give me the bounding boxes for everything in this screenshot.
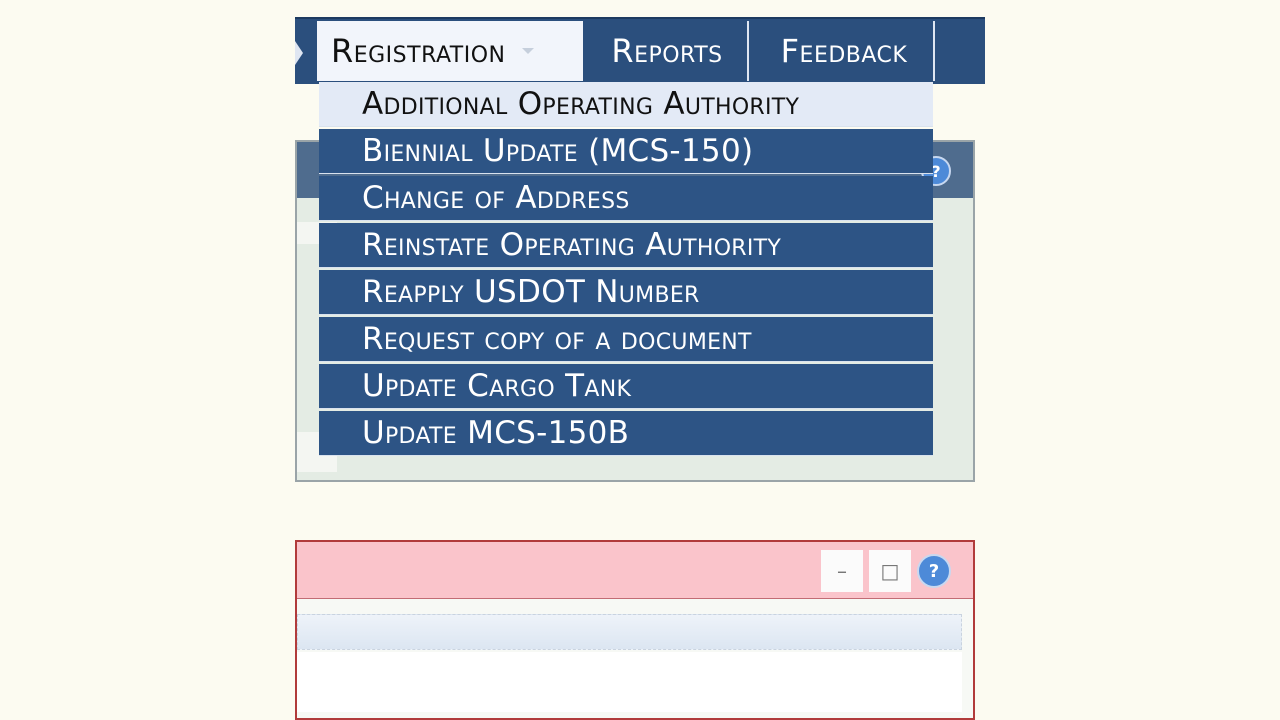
panel-body: [297, 652, 962, 712]
alert-panel-header: – □ ?: [297, 542, 973, 599]
top-nav-bar: Registration Reports Feedback: [295, 17, 985, 84]
menu-item-reapply-usdot-number[interactable]: Reapply USDOT Number: [319, 270, 933, 315]
maximize-icon: □: [880, 559, 900, 583]
alert-panel: – □ ?: [295, 540, 975, 720]
menu-item-request-copy-of-document[interactable]: Request copy of a document: [319, 317, 933, 362]
menu-item-label: Reapply USDOT Number: [362, 274, 700, 310]
menu-item-label: Change of Address: [362, 180, 630, 216]
panel-window-controls: – □ ?: [821, 550, 951, 592]
help-glyph: ?: [928, 560, 940, 582]
maximize-button[interactable]: □: [869, 550, 911, 592]
nav-scroll-left-icon[interactable]: [295, 41, 303, 65]
minimize-button[interactable]: –: [821, 550, 863, 592]
minimize-icon: –: [837, 559, 847, 583]
menu-item-change-of-address[interactable]: Change of Address: [319, 176, 933, 221]
question-mark-icon[interactable]: ?: [917, 554, 951, 588]
menu-item-biennial-update[interactable]: Biennial Update (MCS-150): [319, 129, 933, 174]
nav-tab-reports-label: Reports: [611, 32, 723, 70]
nav-tab-registration-label: Registration: [331, 32, 506, 70]
nav-tab-feedback-label: Feedback: [780, 32, 908, 70]
panel-header-row: [297, 614, 962, 650]
menu-item-update-mcs-150b[interactable]: Update MCS-150B: [319, 411, 933, 456]
nav-tab-reports[interactable]: Reports: [587, 21, 749, 81]
menu-item-label: Update Cargo Tank: [362, 368, 632, 404]
menu-item-label: Biennial Update (MCS-150): [362, 133, 754, 169]
nav-tab-feedback[interactable]: Feedback: [755, 21, 935, 81]
menu-item-label: Additional Operating Authority: [362, 86, 800, 122]
nav-tab-registration[interactable]: Registration: [317, 21, 583, 81]
menu-item-update-cargo-tank[interactable]: Update Cargo Tank: [319, 364, 933, 409]
screen: Registration Reports Feedback ? Addition…: [0, 0, 1280, 720]
menu-item-additional-operating-authority[interactable]: Additional Operating Authority: [319, 82, 933, 127]
registration-dropdown-menu: Additional Operating Authority Biennial …: [319, 82, 933, 458]
menu-item-label: Update MCS-150B: [362, 415, 630, 451]
chevron-down-icon: [521, 48, 534, 54]
menu-item-label: Request copy of a document: [362, 321, 752, 357]
menu-item-reinstate-operating-authority[interactable]: Reinstate Operating Authority: [319, 223, 933, 268]
menu-item-label: Reinstate Operating Authority: [362, 227, 782, 263]
